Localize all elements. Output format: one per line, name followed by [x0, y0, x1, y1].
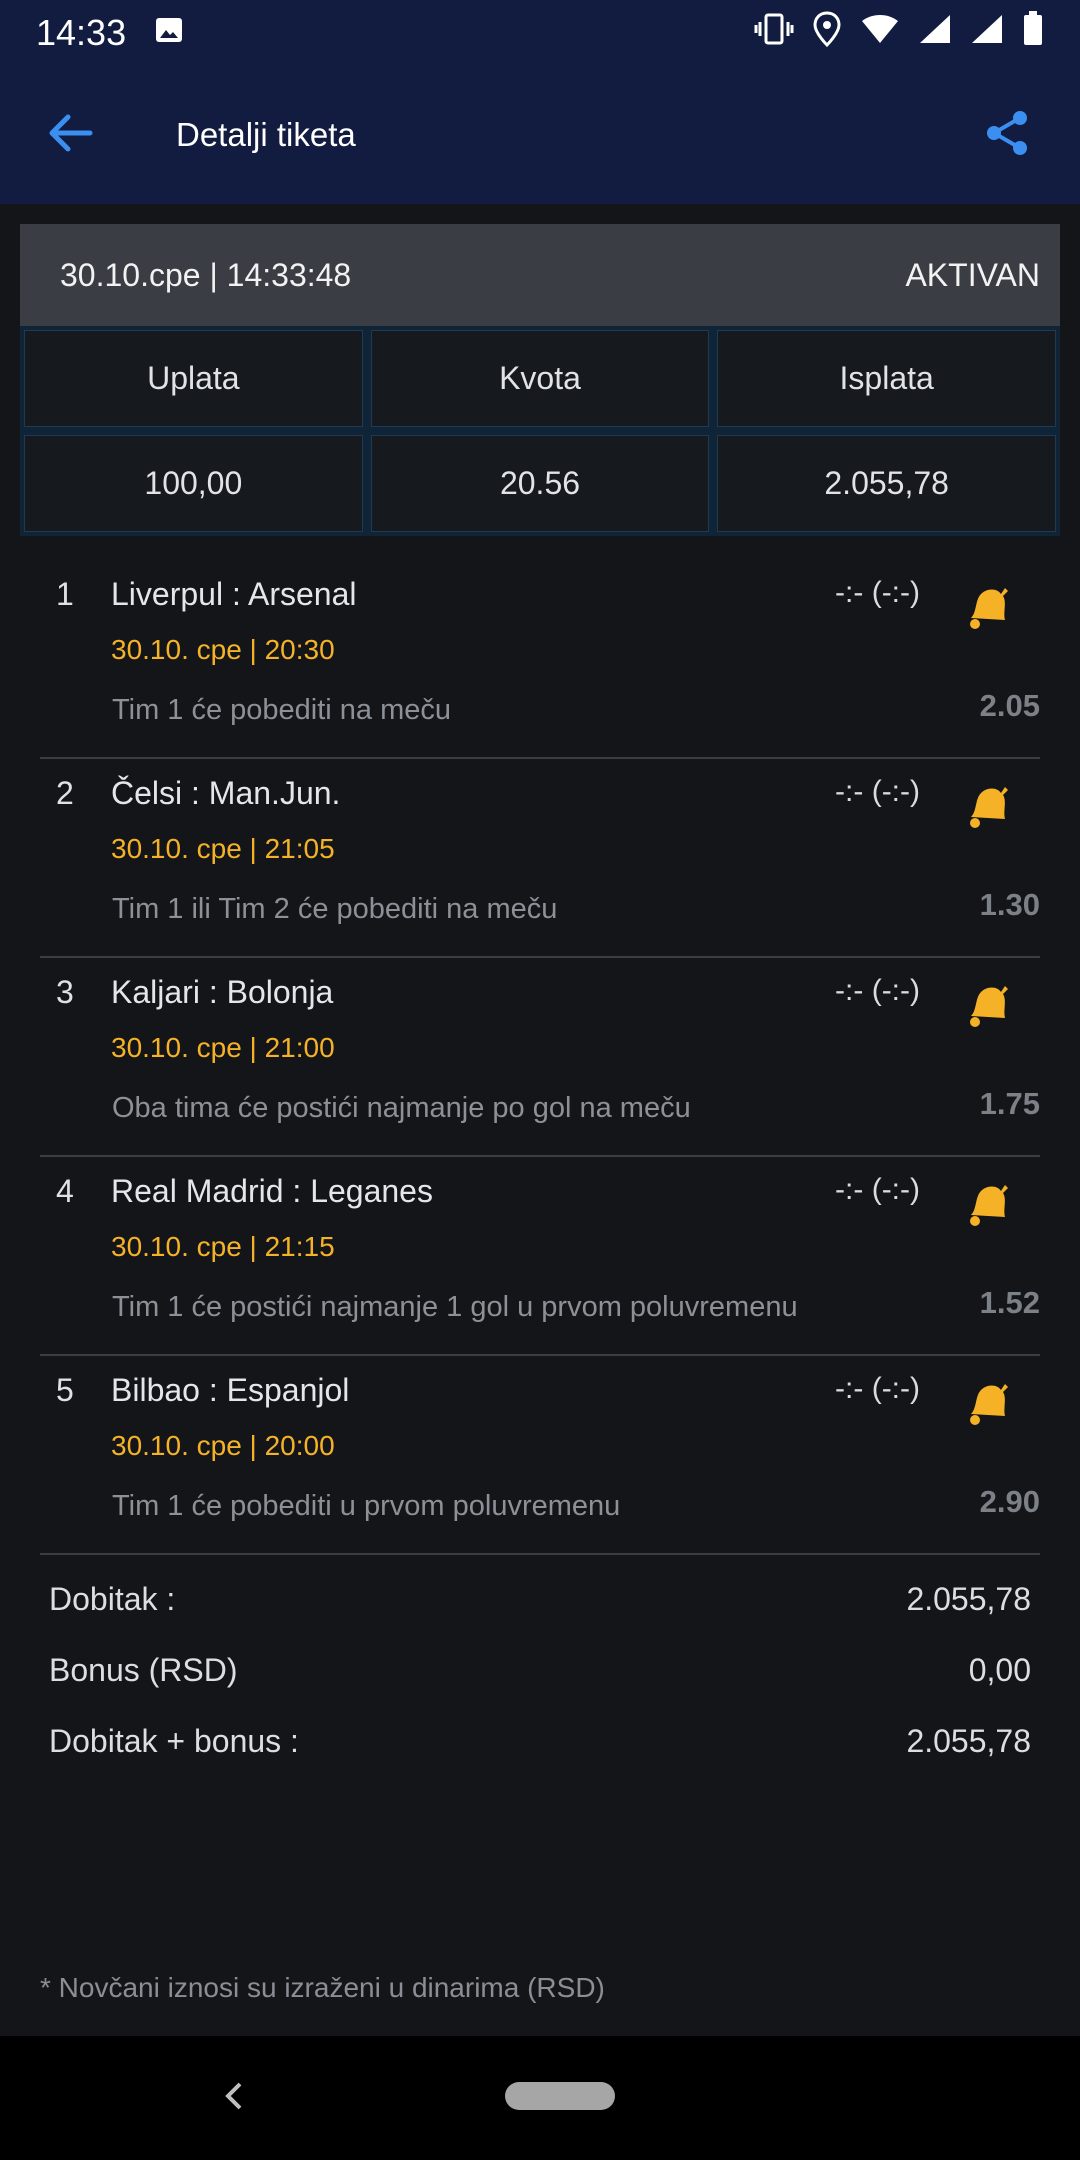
nav-back-button[interactable]	[218, 2076, 248, 2121]
bell-icon[interactable]	[961, 1175, 1015, 1229]
ticket-card: 30.10.cpe | 14:33:48 AKTIVAN Uplata Kvot…	[20, 224, 1060, 536]
match-score: -:- (-:-)	[835, 974, 920, 1007]
match-odd: 2.90	[979, 1484, 1040, 1519]
list-item[interactable]: 1 Liverpul : Arsenal 30.10. cpe | 20:30 …	[40, 560, 1040, 759]
bonus-label: Bonus (RSD)	[49, 1652, 238, 1688]
uplata-value: 100,00	[24, 435, 363, 532]
image-icon	[154, 12, 184, 54]
footnote: * Novčani iznosi su izraženi u dinarima …	[40, 1972, 605, 2003]
match-list: 1 Liverpul : Arsenal 30.10. cpe | 20:30 …	[40, 560, 1040, 1555]
match-teams: Kaljari : Bolonja	[111, 974, 334, 1010]
bell-icon[interactable]	[961, 976, 1015, 1030]
total-value: 2.055,78	[906, 1723, 1031, 1759]
bonus-row: Bonus (RSD) 0,00	[49, 1635, 1031, 1706]
chevron-left-icon	[225, 2082, 242, 2110]
bell-icon[interactable]	[961, 578, 1015, 632]
kvota-value: 20.56	[370, 435, 710, 532]
match-number: 5	[56, 1372, 74, 1408]
isplata-value: 2.055,78	[717, 435, 1056, 532]
match-bet: Tim 1 će pobediti u prvom poluvremenu	[112, 1490, 621, 1522]
match-date: 30.10. cpe | 21:05	[111, 833, 335, 864]
list-item[interactable]: 3 Kaljari : Bolonja 30.10. cpe | 21:00 O…	[40, 958, 1040, 1157]
vibrate-icon	[754, 12, 794, 55]
match-score: -:- (-:-)	[835, 1173, 920, 1206]
list-item[interactable]: 2 Čelsi : Man.Jun. 30.10. cpe | 21:05 Ti…	[40, 759, 1040, 958]
match-bet: Tim 1 će pobediti na meču	[112, 694, 452, 726]
total-row: Dobitak + bonus : 2.055,78	[49, 1706, 1031, 1777]
match-number: 1	[56, 576, 74, 612]
match-date: 30.10. cpe | 20:00	[111, 1430, 335, 1461]
navigation-bar	[0, 2036, 1080, 2160]
isplata-label: Isplata	[717, 330, 1056, 427]
match-score: -:- (-:-)	[835, 576, 920, 609]
bell-icon[interactable]	[961, 777, 1015, 831]
match-teams: Real Madrid : Leganes	[111, 1173, 433, 1209]
status-time: 14:33	[36, 12, 127, 53]
arrow-left-icon	[49, 114, 93, 151]
status-bar: 14:33	[0, 0, 1080, 66]
share-button[interactable]	[982, 108, 1032, 163]
ticket-grid: Uplata Kvota Isplata 100,00 20.56 2.055,…	[20, 326, 1060, 536]
match-number: 3	[56, 974, 74, 1010]
page-title: Detalji tiketa	[176, 116, 356, 153]
summary: Dobitak : 2.055,78 Bonus (RSD) 0,00 Dobi…	[49, 1564, 1031, 1777]
total-label: Dobitak + bonus :	[49, 1723, 299, 1759]
match-bet: Tim 1 će postići najmanje 1 gol u prvom …	[112, 1291, 798, 1323]
share-icon	[987, 110, 1027, 155]
match-bet: Tim 1 ili Tim 2 će pobediti na meču	[112, 893, 558, 925]
match-date: 30.10. cpe | 21:15	[111, 1231, 335, 1262]
match-bet: Oba tima će postići najmanje po gol na m…	[112, 1092, 691, 1124]
uplata-label: Uplata	[24, 330, 363, 427]
signal-icon	[970, 12, 1004, 54]
list-item[interactable]: 5 Bilbao : Espanjol 30.10. cpe | 20:00 T…	[40, 1356, 1040, 1555]
nav-home-button[interactable]	[505, 2082, 615, 2110]
battery-icon	[1022, 10, 1044, 56]
match-score: -:- (-:-)	[835, 1372, 920, 1405]
match-odd: 1.75	[979, 1086, 1040, 1121]
app-bar: Detalji tiketa	[0, 66, 1080, 204]
back-button[interactable]	[48, 113, 94, 158]
match-date: 30.10. cpe | 21:00	[111, 1032, 335, 1063]
bell-icon[interactable]	[961, 1374, 1015, 1428]
match-score: -:- (-:-)	[835, 775, 920, 808]
win-value: 2.055,78	[906, 1581, 1031, 1617]
match-teams: Liverpul : Arsenal	[111, 576, 357, 612]
signal-icon	[918, 12, 952, 54]
ticket-datetime: 30.10.cpe | 14:33:48	[60, 256, 352, 293]
win-row: Dobitak : 2.055,78	[49, 1564, 1031, 1635]
ticket-header: 30.10.cpe | 14:33:48 AKTIVAN	[20, 224, 1060, 326]
kvota-label: Kvota	[370, 330, 710, 427]
match-number: 2	[56, 775, 74, 811]
match-odd: 1.52	[979, 1285, 1040, 1320]
match-date: 30.10. cpe | 20:30	[111, 634, 335, 665]
match-odd: 1.30	[979, 887, 1040, 922]
match-teams: Bilbao : Espanjol	[111, 1372, 350, 1408]
match-odd: 2.05	[979, 688, 1040, 723]
ticket-status: AKTIVAN	[905, 256, 1040, 293]
wifi-icon	[860, 12, 900, 54]
win-label: Dobitak :	[49, 1581, 176, 1617]
bonus-value: 0,00	[968, 1652, 1031, 1688]
match-number: 4	[56, 1173, 74, 1209]
location-icon	[812, 10, 842, 56]
match-teams: Čelsi : Man.Jun.	[111, 775, 341, 811]
list-item[interactable]: 4 Real Madrid : Leganes 30.10. cpe | 21:…	[40, 1157, 1040, 1356]
